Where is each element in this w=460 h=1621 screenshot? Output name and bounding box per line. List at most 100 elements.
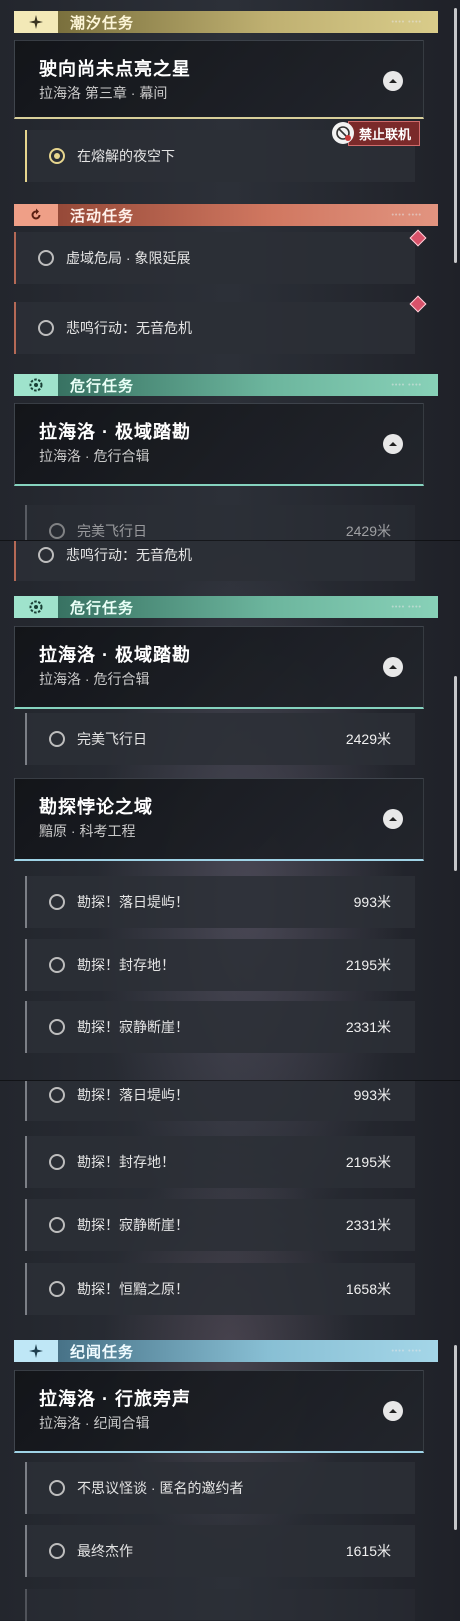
category-header-story[interactable]: 纪闻任务 •••• •••• — [14, 1340, 438, 1362]
task-item-explore-2[interactable]: 勘探！封存地！ 2195米 — [25, 1136, 415, 1188]
decorative-dots: •••• •••• — [391, 211, 422, 219]
mission-card-danger[interactable]: 拉海洛 · 极域踏勘 拉海洛 · 危行合辑 — [14, 403, 424, 486]
no-coop-label: 禁止联机 — [348, 120, 421, 146]
no-coop-icon — [332, 122, 354, 144]
chevron-up-icon[interactable] — [383, 71, 403, 91]
category-title: 纪闻任务 — [70, 1343, 135, 1361]
sparkle-icon — [14, 11, 58, 33]
mission-title: 拉海洛 · 极域踏勘 — [39, 422, 191, 442]
decorative-dots: •••• •••• — [391, 18, 422, 26]
radio-icon — [49, 1019, 65, 1035]
radio-icon — [49, 894, 65, 910]
task-item-event-2[interactable]: 悲鸣行动：无音危机 — [14, 302, 415, 354]
task-label: 勘探！寂静断崖！ — [77, 1217, 189, 1233]
category-title: 活动任务 — [70, 207, 135, 225]
decorative-dots: •••• •••• — [391, 1347, 422, 1355]
task-label: 最终杰作 — [77, 1543, 133, 1559]
radio-icon — [49, 1217, 65, 1233]
mission-card-danger[interactable]: 拉海洛 · 极域踏勘 拉海洛 · 危行合辑 — [14, 626, 424, 709]
radio-icon — [38, 547, 54, 563]
task-distance: 993米 — [353, 894, 391, 910]
sparkle-icon — [14, 1340, 58, 1362]
task-label: 悲鸣行动：无音危机 — [66, 320, 192, 336]
radio-icon — [49, 731, 65, 747]
screen-segment-3: 勘探！落日堤屿！ 993米 勘探！封存地！ 2195米 勘探！寂静断崖！ 233… — [0, 1080, 460, 1621]
refresh-icon — [14, 204, 58, 226]
task-distance: 993米 — [353, 1087, 391, 1103]
mission-title: 勘探悖论之域 — [39, 797, 153, 817]
mission-card-story[interactable]: 拉海洛 · 行旅旁声 拉海洛 · 纪闻合辑 — [14, 1370, 424, 1453]
task-item-explore-4[interactable]: 勘探！恒黯之原！ 1658米 — [25, 1263, 415, 1315]
radio-icon — [49, 957, 65, 973]
category-header-tide[interactable]: 潮汐任务 •••• •••• — [14, 11, 438, 33]
task-item-explore-3[interactable]: 勘探！寂静断崖！ 2331米 — [25, 1199, 415, 1251]
mission-subtitle: 拉海洛 · 纪闻合辑 — [39, 1415, 150, 1431]
task-label: 虚域危局 · 象限延展 — [66, 250, 191, 266]
decorative-dots: •••• •••• — [391, 381, 422, 389]
task-item-story-2[interactable]: 最终杰作 1615米 — [25, 1525, 415, 1577]
task-distance: 2429米 — [345, 523, 391, 539]
mission-card-tide[interactable]: 驶向尚未点亮之星 拉海洛 第三章 · 幕间 — [14, 40, 424, 119]
category-header-danger[interactable]: 危行任务 •••• •••• — [14, 596, 438, 618]
no-coop-badge: 禁止联机 — [332, 120, 432, 146]
radio-icon — [49, 523, 65, 539]
task-label: 不思议怪谈 · 匿名的邀约者 — [77, 1480, 244, 1496]
radio-icon — [49, 1154, 65, 1170]
task-item-story-1[interactable]: 不思议怪谈 · 匿名的邀约者 — [25, 1462, 415, 1514]
task-label: 在熔解的夜空下 — [77, 148, 175, 164]
task-label: 勘探！落日堤屿！ — [77, 1087, 189, 1103]
scrollbar[interactable] — [454, 676, 457, 871]
mission-subtitle: 黯原 · 科考工程 — [39, 823, 136, 839]
task-item-explore-3[interactable]: 勘探！寂静断崖！ 2331米 — [25, 1001, 415, 1053]
mission-title: 驶向尚未点亮之星 — [39, 59, 191, 79]
task-distance: 2429米 — [345, 731, 391, 747]
category-header-event[interactable]: 活动任务 •••• •••• — [14, 204, 438, 226]
warning-gear-icon — [14, 596, 58, 618]
chevron-up-icon[interactable] — [383, 657, 403, 677]
task-distance: 2195米 — [345, 1154, 391, 1170]
category-title: 潮汐任务 — [70, 14, 135, 32]
category-header-danger[interactable]: 危行任务 •••• •••• — [14, 374, 438, 396]
mission-subtitle: 拉海洛 · 危行合辑 — [39, 448, 150, 464]
task-label: 完美飞行日 — [77, 523, 147, 539]
task-distance: 1615米 — [345, 1543, 391, 1559]
task-distance: 1658米 — [345, 1281, 391, 1297]
task-distance: 2331米 — [345, 1019, 391, 1035]
mission-card-explore[interactable]: 勘探悖论之域 黯原 · 科考工程 — [14, 778, 424, 861]
task-item-flight[interactable]: 完美飞行日 2429米 — [25, 713, 415, 765]
task-item-partial[interactable]: 完美飞行日 2429米 — [25, 505, 415, 540]
mission-title: 拉海洛 · 极域踏勘 — [39, 645, 191, 665]
radio-icon — [38, 250, 54, 266]
scrollbar[interactable] — [454, 1345, 457, 1530]
radio-icon — [49, 1087, 65, 1103]
warning-gear-icon — [14, 374, 58, 396]
chevron-up-icon[interactable] — [383, 809, 403, 829]
task-item-explore-2[interactable]: 勘探！封存地！ 2195米 — [25, 939, 415, 991]
chevron-up-icon[interactable] — [383, 434, 403, 454]
task-item-event-1[interactable]: 虚域危局 · 象限延展 — [14, 232, 415, 284]
task-label: 勘探！落日堤屿！ — [77, 894, 189, 910]
screen-segment-2: 悲鸣行动：无音危机 危行任务 •••• •••• 拉海洛 · 极域踏勘 拉海洛 … — [0, 540, 460, 1081]
scrollbar[interactable] — [454, 8, 457, 263]
mission-subtitle: 拉海洛 第三章 · 幕间 — [39, 85, 168, 101]
category-title: 危行任务 — [70, 599, 135, 617]
decorative-dots: •••• •••• — [391, 603, 422, 611]
screen-segment-1: 潮汐任务 •••• •••• 驶向尚未点亮之星 拉海洛 第三章 · 幕间 在熔解… — [0, 0, 460, 540]
chevron-up-icon[interactable] — [383, 1401, 403, 1421]
task-item-explore-1[interactable]: 勘探！落日堤屿！ 993米 — [25, 1081, 415, 1121]
radio-icon — [49, 1480, 65, 1496]
task-label: 勘探！封存地！ — [77, 957, 175, 973]
task-item-partial[interactable]: 悲鸣行动：无音危机 — [14, 541, 415, 581]
radio-icon — [49, 1543, 65, 1559]
mission-subtitle: 拉海洛 · 危行合辑 — [39, 671, 150, 687]
task-item-story-3[interactable] — [25, 1589, 415, 1621]
radio-icon — [49, 1281, 65, 1297]
category-title: 危行任务 — [70, 377, 135, 395]
task-item-explore-1[interactable]: 勘探！落日堤屿！ 993米 — [25, 876, 415, 928]
task-label: 悲鸣行动：无音危机 — [66, 547, 192, 563]
radio-icon — [38, 320, 54, 336]
task-distance: 2195米 — [345, 957, 391, 973]
task-distance: 2331米 — [345, 1217, 391, 1233]
task-label: 勘探！恒黯之原！ — [77, 1281, 189, 1297]
radio-selected-icon — [49, 148, 65, 164]
